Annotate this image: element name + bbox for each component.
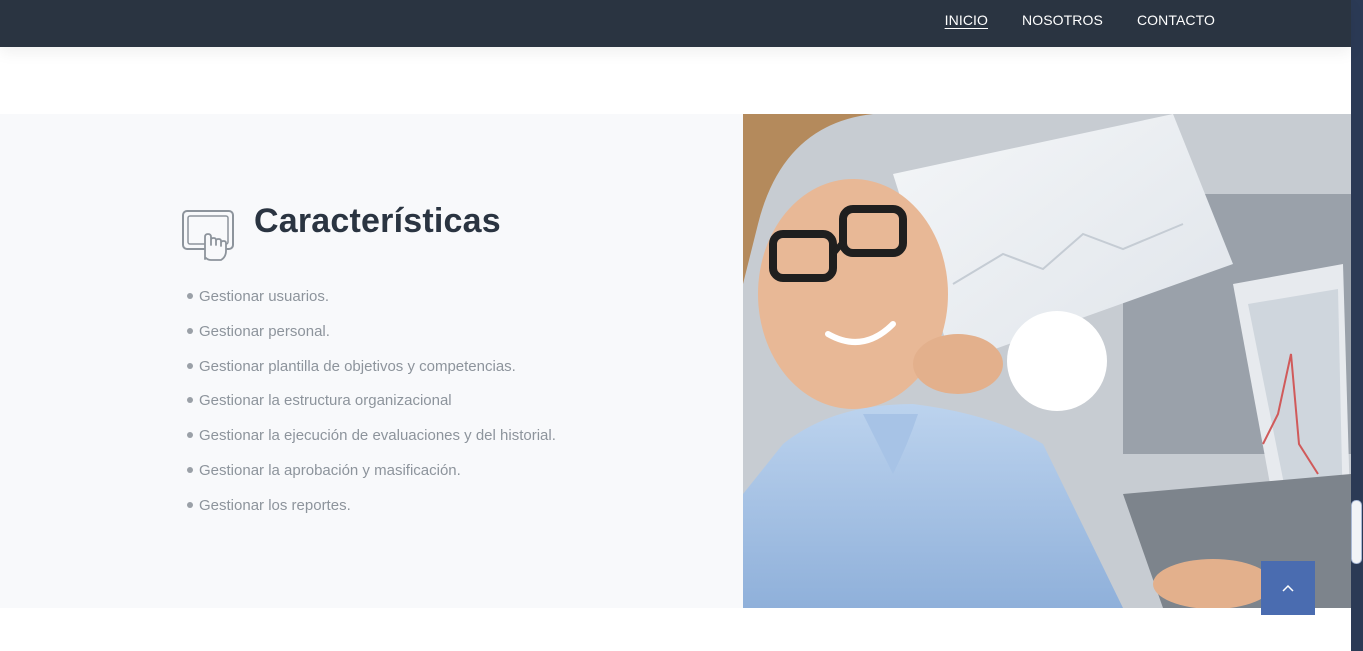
features-title: Características [254,202,501,240]
scrollbar-thumb[interactable] [1351,500,1362,564]
bullet-icon [187,293,193,299]
list-item-text: Gestionar la ejecución de evaluaciones y… [199,427,556,445]
list-item-text: Gestionar los reportes. [199,496,351,514]
main-nav: INICIO NOSOTROS CONTACTO [911,0,1215,40]
list-item-text: Gestionar plantilla de objetivos y compe… [199,357,516,375]
features-list: Gestionar usuarios. Gestionar personal. … [187,286,556,530]
bullet-icon [187,362,193,369]
list-item: Gestionar la ejecución de evaluaciones y… [187,425,556,460]
top-navbar: INICIO NOSOTROS CONTACTO [0,0,1351,47]
nav-link-inicio[interactable]: INICIO [945,12,988,28]
bullet-icon [187,466,193,473]
back-to-top-button[interactable] [1261,561,1315,615]
bullet-icon [187,501,193,508]
bullet-icon [187,397,193,404]
scrollbar[interactable] [1351,0,1363,651]
nav-link-contacto[interactable]: CONTACTO [1137,12,1215,28]
tablet-touch-icon [181,207,237,263]
list-item: Gestionar plantilla de objetivos y compe… [187,356,556,391]
list-item: Gestionar la aprobación y masificación. [187,460,556,495]
list-item: Gestionar la estructura organizacional [187,390,556,425]
chevron-up-icon [1282,579,1294,597]
nav-link-nosotros[interactable]: NOSOTROS [1022,12,1103,28]
list-item-text: Gestionar usuarios. [199,288,330,305]
list-item-text: Gestionar la estructura organizacional [199,392,452,410]
play-button[interactable] [1007,311,1107,411]
list-item-text: Gestionar personal. [199,322,330,340]
bullet-icon [187,432,193,439]
list-item: Gestionar personal. [187,321,556,356]
list-item-text: Gestionar la aprobación y masificación. [199,461,461,479]
list-item: Gestionar los reportes. [187,495,556,530]
bullet-icon [187,327,193,334]
list-item: Gestionar usuarios. [187,286,556,321]
